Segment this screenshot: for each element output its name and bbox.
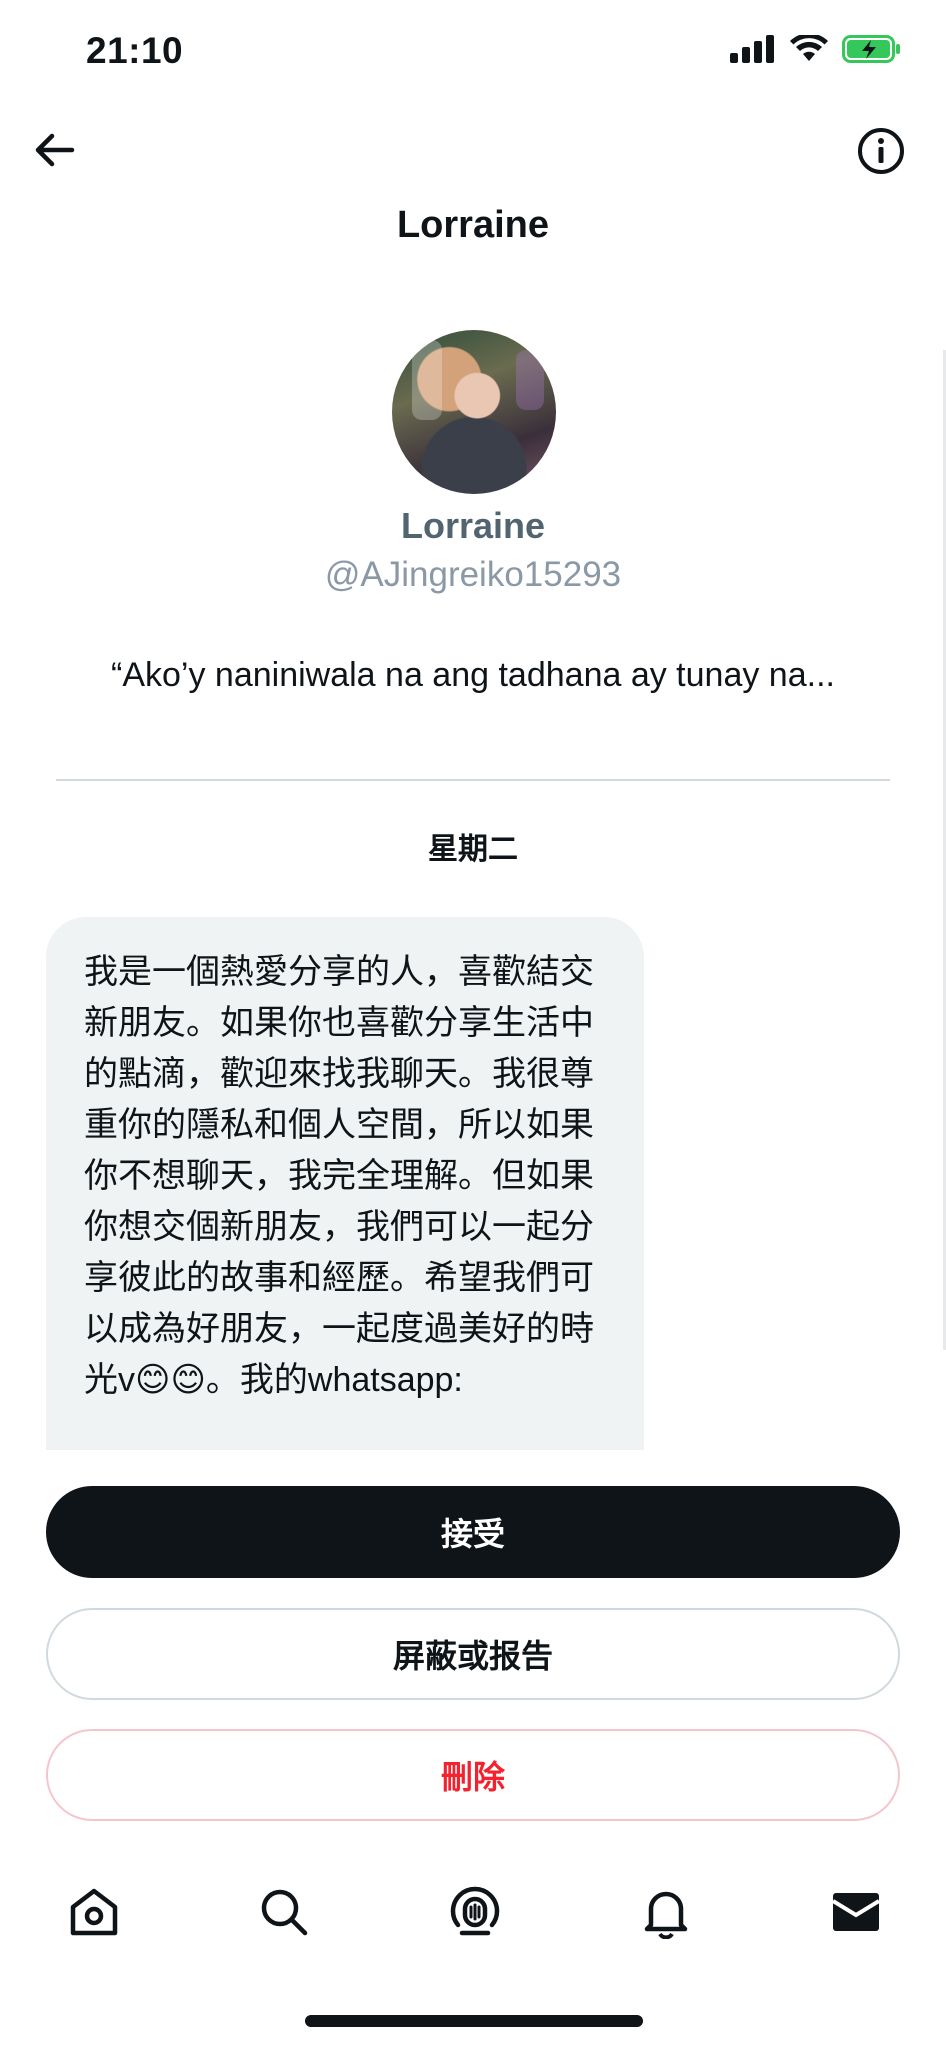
back-arrow-icon[interactable] xyxy=(30,124,82,176)
profile-name[interactable]: Lorraine xyxy=(0,505,946,547)
block-report-button[interactable]: 屏蔽或报告 xyxy=(46,1608,900,1700)
status-icons xyxy=(730,34,902,64)
tab-notifications[interactable] xyxy=(634,1880,698,1944)
status-time: 21:10 xyxy=(86,30,184,71)
search-icon xyxy=(261,1889,308,1936)
tab-messages[interactable] xyxy=(824,1880,888,1944)
avatar-photo-highlight xyxy=(412,340,442,420)
message-bubble[interactable]: 我是一個熱愛分享的人，喜歡結交新朋友。如果你也喜歡分享生活中的點滴，歡迎來找我聊… xyxy=(46,917,644,1450)
avatar[interactable] xyxy=(392,330,556,494)
spaces-icon xyxy=(450,1886,500,1936)
page-title: Lorraine xyxy=(396,204,550,246)
profile-bio: “Ako’y naniniwala na ang tadhana ay tuna… xyxy=(111,656,835,694)
tab-search[interactable] xyxy=(252,1880,316,1944)
home-icon xyxy=(70,1888,118,1936)
accept-button[interactable]: 接受 xyxy=(46,1486,900,1578)
wifi-icon xyxy=(790,35,828,61)
info-icon[interactable] xyxy=(856,126,906,176)
signal-icon xyxy=(730,35,774,63)
dm-request-screen: 21:10 Lorraine Lorraine @AJingreiko15293… xyxy=(0,0,946,2048)
avatar-photo-highlight xyxy=(516,350,544,410)
bottom-tab-bar xyxy=(0,1880,946,1950)
message-text: 我是一個熱愛分享的人，喜歡結交新朋友。如果你也喜歡分享生活中的點滴，歡迎來找我聊… xyxy=(84,953,594,1399)
divider xyxy=(56,779,890,781)
battery-icon xyxy=(842,35,900,63)
date-separator: 星期二 xyxy=(428,833,518,866)
notifications-icon xyxy=(644,1891,688,1939)
delete-button[interactable]: 刪除 xyxy=(46,1729,900,1821)
home-indicator[interactable] xyxy=(305,2015,643,2027)
profile-handle[interactable]: @AJingreiko15293 xyxy=(0,555,946,595)
tab-home[interactable] xyxy=(62,1880,126,1944)
tab-spaces[interactable] xyxy=(443,1880,507,1944)
messages-icon xyxy=(831,1893,881,1931)
